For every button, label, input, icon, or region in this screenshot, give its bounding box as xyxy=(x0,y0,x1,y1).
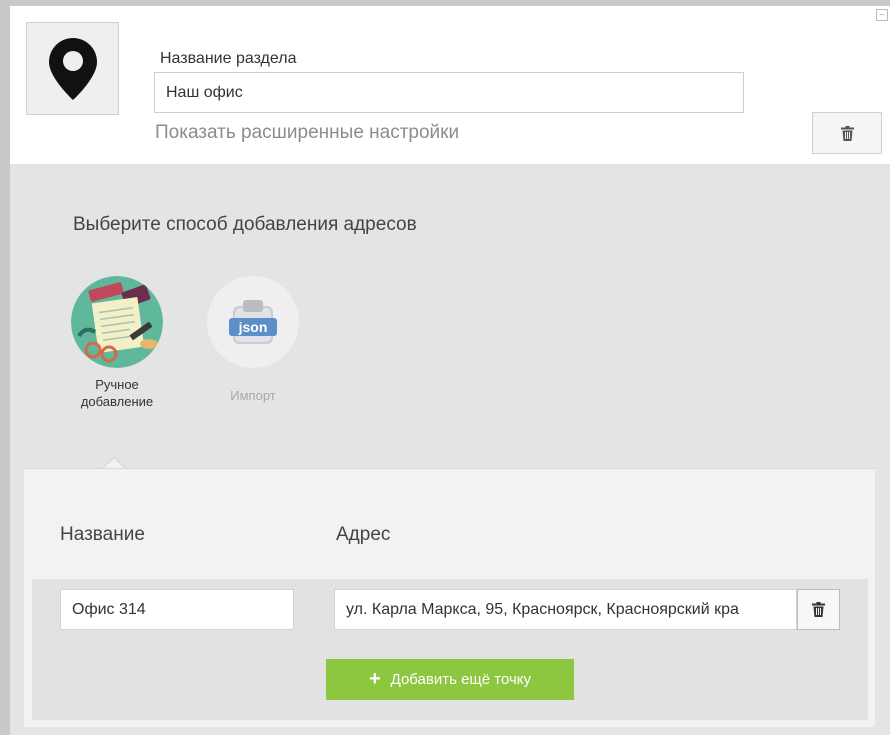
json-import-icon: json xyxy=(207,276,299,368)
point-address-input[interactable] xyxy=(334,589,797,630)
method-manual-option[interactable]: Ручное добавление xyxy=(62,276,172,410)
section-panel: – Название раздела Показать расширенные … xyxy=(10,6,890,735)
advanced-settings-link[interactable]: Показать расширенные настройки xyxy=(155,122,459,144)
trash-icon xyxy=(840,125,854,141)
method-import-label: Импорт xyxy=(230,388,276,403)
section-name-label: Название раздела xyxy=(160,50,297,67)
manual-entry-illustration xyxy=(71,276,163,368)
name-column-header: Название xyxy=(60,524,145,545)
svg-text:json: json xyxy=(238,319,268,335)
method-import-option[interactable]: json Импорт xyxy=(198,276,308,404)
plus-icon: + xyxy=(368,668,381,690)
map-pin-icon xyxy=(48,37,97,100)
section-icon-picker[interactable] xyxy=(26,22,119,115)
delete-section-button[interactable] xyxy=(812,112,882,154)
method-manual-label: Ручное добавление xyxy=(80,377,154,409)
address-row: + Добавить ещё точку xyxy=(32,579,868,720)
add-point-label: Добавить ещё точку xyxy=(390,671,532,688)
section-header: – Название раздела Показать расширенные … xyxy=(10,6,890,164)
address-column-header: Адрес xyxy=(336,524,391,545)
delete-point-button[interactable] xyxy=(797,589,840,630)
minimize-icon[interactable]: – xyxy=(876,9,888,21)
section-name-input[interactable] xyxy=(154,72,744,113)
address-list-block: Название Адрес + Добавить ещё точку xyxy=(24,468,875,727)
trash-icon xyxy=(812,602,825,617)
method-title: Выберите способ добавления адресов xyxy=(73,214,417,235)
point-name-input[interactable] xyxy=(60,589,294,630)
add-point-button[interactable]: + Добавить ещё точку xyxy=(326,659,574,700)
